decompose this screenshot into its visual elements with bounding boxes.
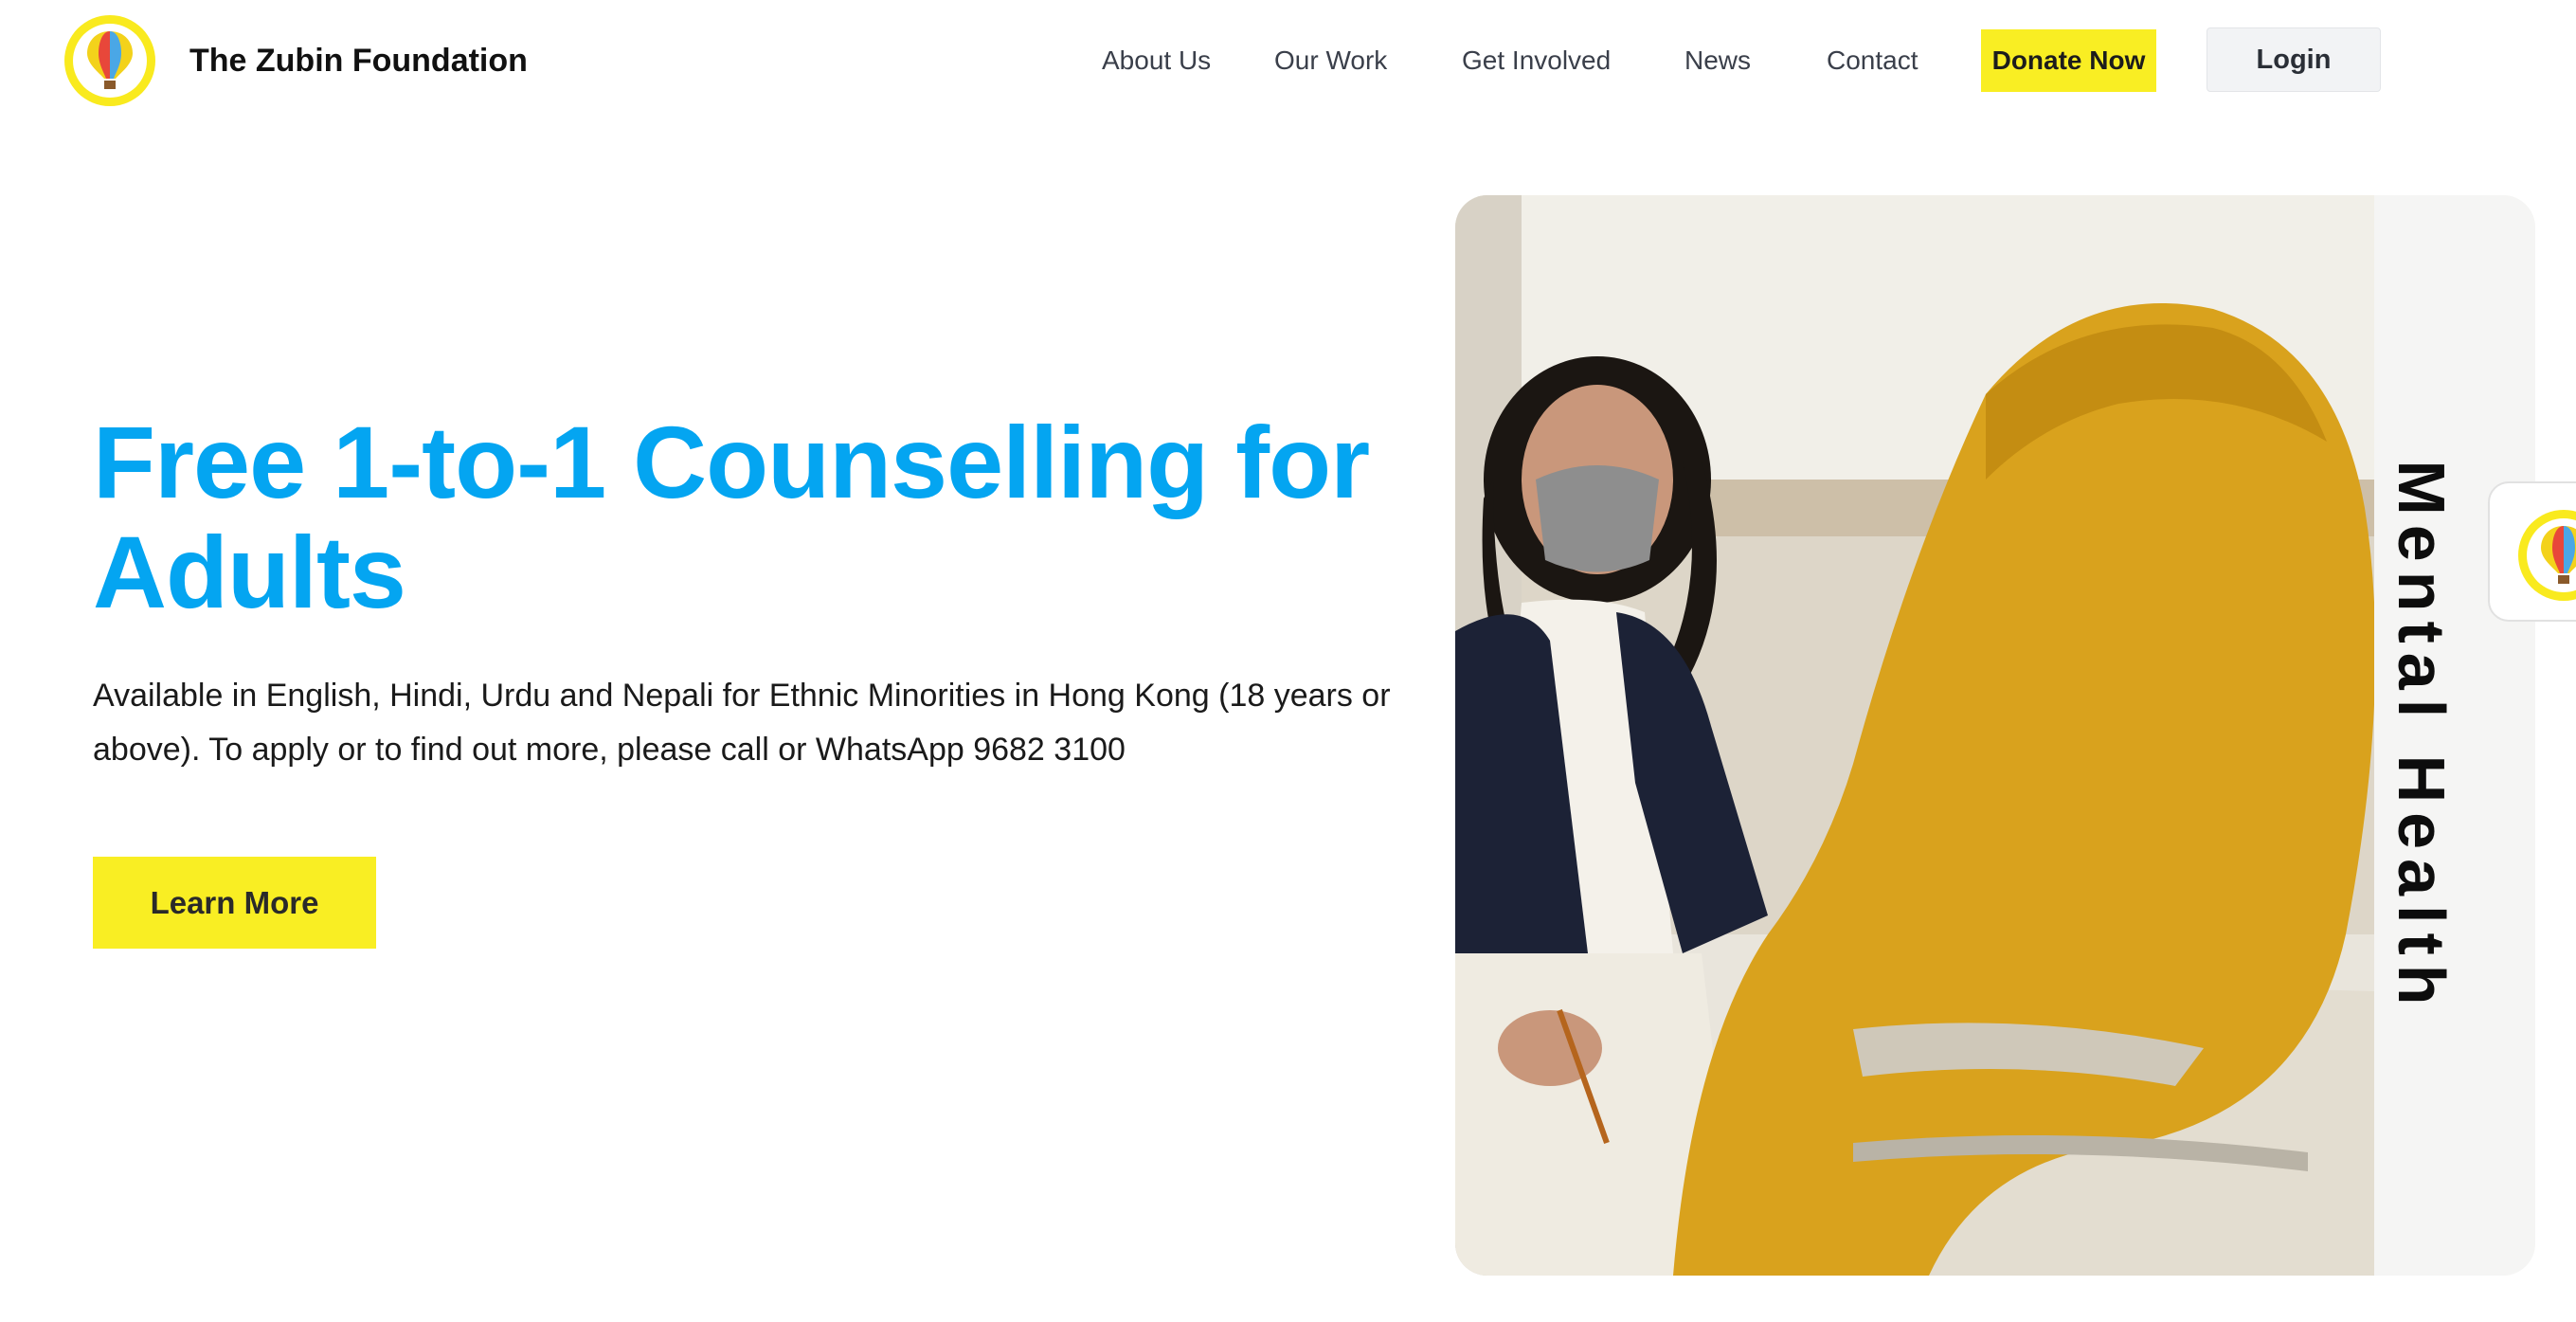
login-button[interactable]: Login — [2207, 27, 2381, 92]
counselling-photo-illustration — [1455, 195, 2376, 1276]
learn-more-button[interactable]: Learn More — [93, 857, 376, 949]
hero-description: Available in English, Hindi, Urdu and Ne… — [93, 678, 1391, 768]
floating-logo-tab[interactable] — [2488, 481, 2576, 622]
nav-news[interactable]: News — [1684, 42, 1751, 80]
nav-get-involved[interactable]: Get Involved — [1462, 42, 1611, 80]
hero-image-card — [1455, 195, 2535, 1276]
site-title[interactable]: The Zubin Foundation — [189, 38, 528, 83]
nav-contact[interactable]: Contact — [1827, 42, 1918, 80]
nav-about-us[interactable]: About Us — [1102, 42, 1211, 80]
zubin-logo-icon[interactable] — [64, 15, 155, 106]
hot-air-balloon-icon — [87, 31, 133, 89]
mental-health-label: Mental Health — [2385, 460, 2459, 1015]
donate-now-button[interactable]: Donate Now — [1981, 29, 2156, 92]
site-header: The Zubin Foundation About Us Our Work G… — [0, 0, 2576, 123]
zubin-logo-small-icon — [2518, 510, 2576, 601]
nav-our-work[interactable]: Our Work — [1274, 42, 1387, 80]
hero-title: Free 1-to-1 Counselling for Adults — [93, 405, 1370, 629]
hot-air-balloon-small-icon — [2541, 526, 2576, 584]
counselling-session-photo — [1455, 195, 2376, 1276]
